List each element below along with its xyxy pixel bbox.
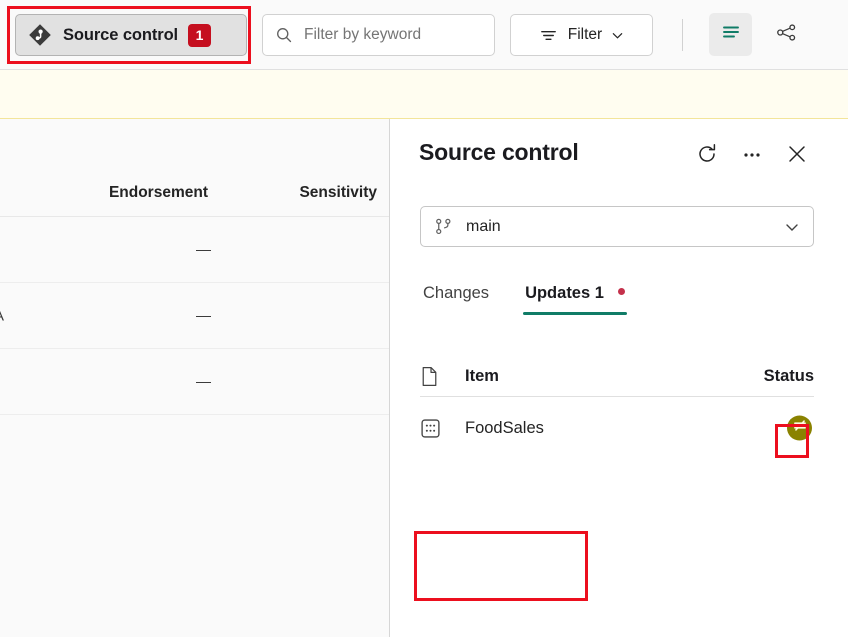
table-row[interactable]: A — [0,283,389,349]
close-panel-button[interactable] [781,140,813,172]
column-header-endorsement: Endorsement [109,184,208,202]
git-diamond-icon [28,23,52,47]
panel-title: Source control [419,139,579,166]
source-control-panel: Source control [391,119,848,637]
refresh-button[interactable] [691,140,723,172]
table-empty-space [0,415,389,635]
close-icon [786,143,808,170]
panel-header: Source control [391,119,848,191]
branch-selector[interactable]: main [420,206,814,247]
item-name: FoodSales [465,419,544,438]
row-endorsement: — [196,241,211,258]
chevron-down-icon [784,219,800,235]
git-branch-icon [434,217,453,236]
source-control-badge: 1 [188,24,211,47]
column-header-sensitivity: Sensitivity [299,184,377,202]
row-endorsement: — [196,373,211,390]
updates-dot-badge [618,288,625,295]
search-icon [275,26,293,44]
items-list-pane: Endorsement Sensitivity — A — — [0,119,390,637]
table-row[interactable]: FoodSales [420,397,814,459]
top-toolbar: Source control 1 Filter [0,0,848,70]
search-box[interactable] [262,14,495,56]
filter-button[interactable]: Filter [510,14,653,56]
tab-updates-label: Updates 1 [525,284,604,302]
tab-updates[interactable]: Updates 1 [523,279,626,315]
row-endorsement: — [196,307,211,324]
update-available-icon [792,418,808,439]
filter-lines-icon [539,26,558,45]
document-icon [420,366,439,387]
lineage-view-button[interactable] [766,13,806,56]
items-table-header: Endorsement Sensitivity [0,119,389,217]
filter-label: Filter [568,26,602,44]
updates-table: Item Status FoodSales [420,356,814,459]
list-view-toggle[interactable] [709,13,752,56]
column-header-item: Item [465,367,499,386]
table-row[interactable]: — [0,217,389,283]
panel-tabs: Changes Updates 1 [421,279,659,315]
tab-changes[interactable]: Changes [421,279,491,315]
source-control-label: Source control [63,26,178,45]
list-view-icon [720,21,742,48]
branch-name: main [466,218,784,236]
source-control-button[interactable]: Source control 1 [15,14,247,56]
chevron-down-icon [611,29,624,42]
row-name: A [0,307,4,324]
column-header-status: Status [764,367,814,386]
refresh-icon [696,143,718,170]
more-options-button[interactable] [736,140,768,172]
search-input[interactable] [304,26,504,44]
toolbar-divider [682,19,683,51]
tab-changes-label: Changes [423,284,489,302]
table-row[interactable]: — [0,349,389,415]
updates-table-header: Item Status [420,356,814,397]
status-badge[interactable] [787,416,812,441]
table-grid-icon [420,418,441,439]
app-root: Source control 1 Filter [0,0,848,637]
lineage-share-icon [775,21,798,49]
notification-banner [0,70,848,119]
more-horizontal-icon [741,143,763,170]
